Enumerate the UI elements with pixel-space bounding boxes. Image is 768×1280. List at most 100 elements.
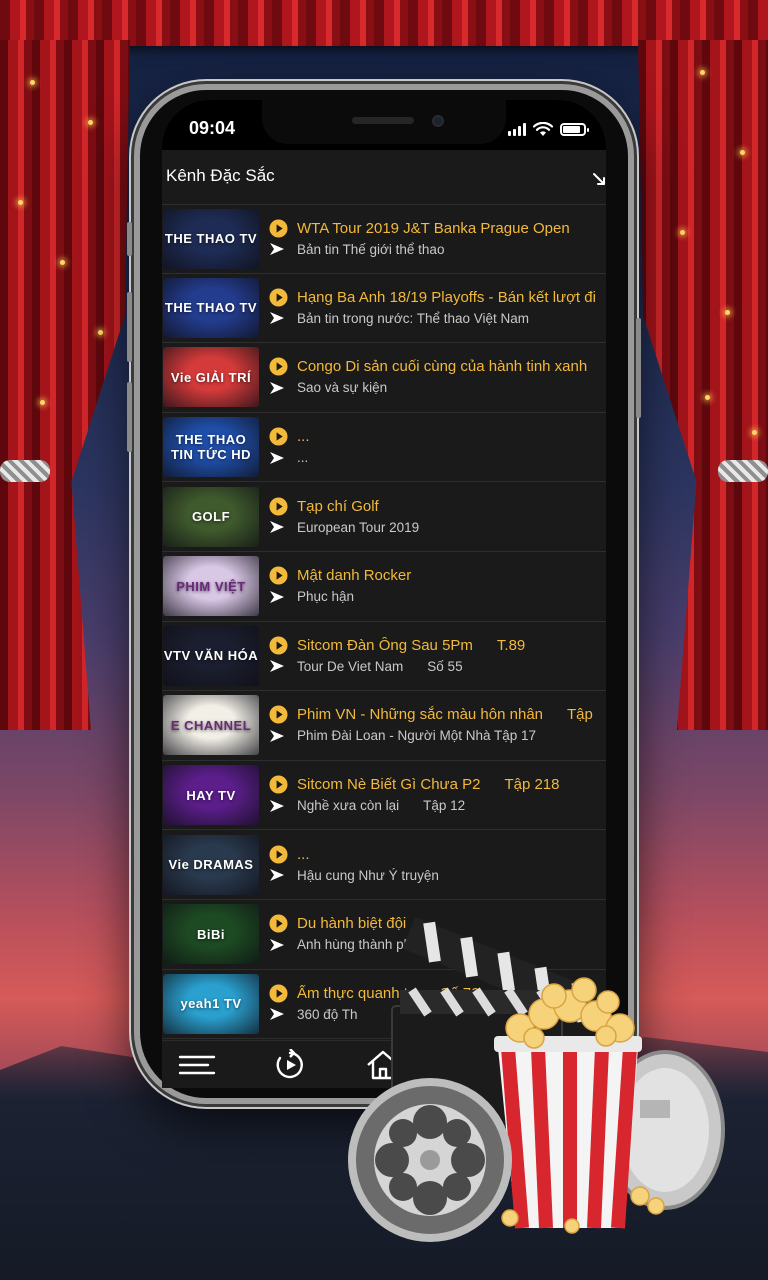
channel-row[interactable]: THE THAO TIN TỨC HD ... ...	[162, 413, 606, 483]
mute-switch	[127, 222, 132, 256]
menu-icon[interactable]	[178, 1049, 216, 1081]
channel-thumbnail[interactable]: Vie DRAMAS	[163, 834, 259, 895]
channel-logo: HAY TV	[186, 787, 236, 803]
arrow-right-icon	[270, 451, 284, 464]
channel-logo: THE THAO TV	[164, 231, 258, 247]
channel-thumbnail[interactable]: HAY TV	[163, 765, 259, 826]
channel-logo: E CHANNEL	[170, 717, 252, 733]
play-circle-icon[interactable]	[269, 219, 288, 238]
play-circle-icon[interactable]	[269, 497, 288, 516]
play-circle-icon[interactable]	[269, 427, 288, 446]
channel-row[interactable]: E CHANNEL Phim VN - Những sắc màu hôn nh…	[162, 691, 606, 761]
channel-thumbnail[interactable]: THE THAO TV	[163, 277, 259, 338]
now-playing-line: WTA Tour 2019 J&T Banka Prague Open	[269, 218, 606, 238]
play-circle-icon[interactable]	[269, 357, 288, 377]
now-playing-title: ...	[297, 846, 310, 863]
now-playing-title: Phim VN - Những sắc màu hôn nhân Tập	[297, 706, 593, 723]
now-playing-title: WTA Tour 2019 J&T Banka Prague Open	[297, 220, 570, 237]
program-title: WTA Tour 2019 J&T Banka Prague Open	[297, 219, 570, 237]
channel-thumbnail[interactable]: GOLF	[163, 486, 259, 547]
channel-info: Tạp chí Golf European Tour 2019	[269, 496, 606, 537]
next-program-title: Bản tin Thế giới thể thao	[297, 241, 445, 257]
arrow-right-icon	[270, 312, 284, 325]
channel-row[interactable]: THE THAO TV WTA Tour 2019 J&T Banka Prag…	[162, 204, 606, 274]
channel-row[interactable]: PHIM VIỆT Mật danh Rocker Phục hận	[162, 552, 606, 622]
curtain-valance	[0, 0, 768, 46]
arrow-right-icon	[270, 938, 284, 951]
channel-thumbnail[interactable]: E CHANNEL	[163, 695, 259, 756]
play-circle-icon[interactable]	[269, 566, 288, 585]
play-circle-icon[interactable]	[269, 288, 288, 307]
left-curtain	[0, 40, 130, 730]
replay-icon[interactable]	[271, 1049, 309, 1081]
next-program-title: European Tour 2019	[297, 519, 420, 535]
channel-thumbnail[interactable]: Vie GIẢI TRÍ	[163, 347, 259, 408]
program-title: Congo Di sản cuối cùng của hành tinh xan…	[297, 358, 588, 376]
channel-thumbnail[interactable]: VTV VĂN HÓA	[163, 625, 259, 686]
channel-thumbnail[interactable]: PHIM VIỆT	[163, 556, 259, 617]
now-playing-line: Sitcom Đàn Ông Sau 5Pm T.89	[269, 635, 606, 655]
up-next-title: Hậu cung Như Ý truyện	[297, 868, 439, 883]
channel-row[interactable]: Vie DRAMAS ... Hậu cung Như Ý truyện	[162, 830, 606, 900]
play-circle-icon[interactable]	[269, 775, 288, 794]
arrow-right-icon	[270, 1008, 284, 1021]
now-playing-line: Hạng Ba Anh 18/19 Playoffs - Bán kết lượ…	[269, 287, 606, 307]
play-circle-icon[interactable]	[269, 984, 288, 1003]
channel-thumbnail[interactable]: yeah1 TV	[163, 973, 259, 1034]
up-next-line: European Tour 2019	[269, 517, 606, 537]
next-program-title: Phim Đài Loan - Người Một Nhà Tập 17	[297, 728, 536, 744]
arrow-right-icon	[270, 799, 284, 812]
up-next-line: Nghề xưa còn lại Tập 12	[269, 796, 606, 816]
now-playing-title: ...	[297, 428, 310, 445]
channel-row[interactable]: GOLF Tạp chí Golf European Tour 2019	[162, 482, 606, 552]
next-program-episode: Số 55	[427, 658, 463, 674]
channel-info: Mật danh Rocker Phục hận	[269, 566, 606, 607]
channel-row[interactable]: THE THAO TV Hạng Ba Anh 18/19 Playoffs -…	[162, 274, 606, 344]
film-reel-icon	[348, 1078, 512, 1242]
channel-info: WTA Tour 2019 J&T Banka Prague Open Bản …	[269, 218, 606, 259]
channel-info: ... ...	[269, 427, 606, 468]
channel-info: Hạng Ba Anh 18/19 Playoffs - Bán kết lượ…	[269, 287, 606, 328]
arrow-right-icon	[270, 243, 284, 256]
now-playing-line: Tạp chí Golf	[269, 496, 606, 516]
channel-row[interactable]: VTV VĂN HÓA Sitcom Đàn Ông Sau 5Pm T.89 T…	[162, 622, 606, 692]
channel-thumbnail[interactable]: THE THAO TV	[163, 208, 259, 269]
up-next-title: ...	[297, 450, 308, 465]
up-next-line: Sao và sự kiện	[269, 378, 606, 398]
up-next-line: Phim Đài Loan - Người Một Nhà Tập 17	[269, 726, 606, 746]
channel-logo: Vie DRAMAS	[168, 857, 254, 873]
up-next-title: Phim Đài Loan - Người Một Nhà Tập 17	[297, 728, 536, 743]
channel-thumbnail[interactable]: BiBi	[163, 904, 259, 965]
collapse-icon[interactable]	[592, 172, 606, 186]
arrow-right-icon	[270, 590, 284, 603]
wifi-icon	[533, 121, 553, 136]
channel-logo: PHIM VIỆT	[176, 578, 246, 594]
channel-logo: VTV VĂN HÓA	[163, 648, 259, 664]
program-title: Hạng Ba Anh 18/19 Playoffs - Bán kết lượ…	[297, 288, 596, 306]
now-playing-line: ...	[269, 844, 606, 864]
now-playing-title: Tạp chí Golf	[297, 498, 379, 515]
program-episode: Tập 218	[504, 776, 560, 794]
cellular-signal-icon	[508, 122, 526, 136]
arrow-right-icon	[270, 869, 284, 882]
app-content: Kênh Đặc Sắc THE THAO TV WTA Tour 2019 J…	[162, 150, 606, 1040]
program-episode: T.89	[496, 636, 526, 654]
play-circle-icon[interactable]	[269, 705, 288, 724]
up-next-title: Nghề xưa còn lại Tập 12	[297, 798, 465, 813]
up-next-title: Bản tin trong nước: Thể thao Việt Nam	[297, 311, 529, 326]
play-circle-icon[interactable]	[269, 845, 288, 864]
battery-icon	[560, 122, 589, 136]
left-curtain-tie	[0, 460, 50, 482]
channel-thumbnail[interactable]: THE THAO TIN TỨC HD	[163, 417, 259, 478]
up-next-line: Tour De Viet Nam Số 55	[269, 656, 606, 676]
up-next-title: European Tour 2019	[297, 520, 419, 535]
play-circle-icon[interactable]	[269, 914, 288, 933]
channel-info: Sitcom Đàn Ông Sau 5Pm T.89 Tour De Viet …	[269, 635, 606, 676]
next-program-episode: Tập 12	[423, 798, 466, 814]
play-circle-icon[interactable]	[269, 636, 288, 655]
power-button	[636, 318, 641, 418]
channel-row[interactable]: Vie GIẢI TRÍ Congo Di sản cuối cùng của …	[162, 343, 606, 413]
program-title: Sitcom Đàn Ông Sau 5Pm	[297, 636, 473, 654]
channel-row[interactable]: HAY TV Sitcom Nè Biết Gì Chưa P2 Tập 218 …	[162, 761, 606, 831]
up-next-line: Bản tin Thế giới thể thao	[269, 239, 606, 259]
